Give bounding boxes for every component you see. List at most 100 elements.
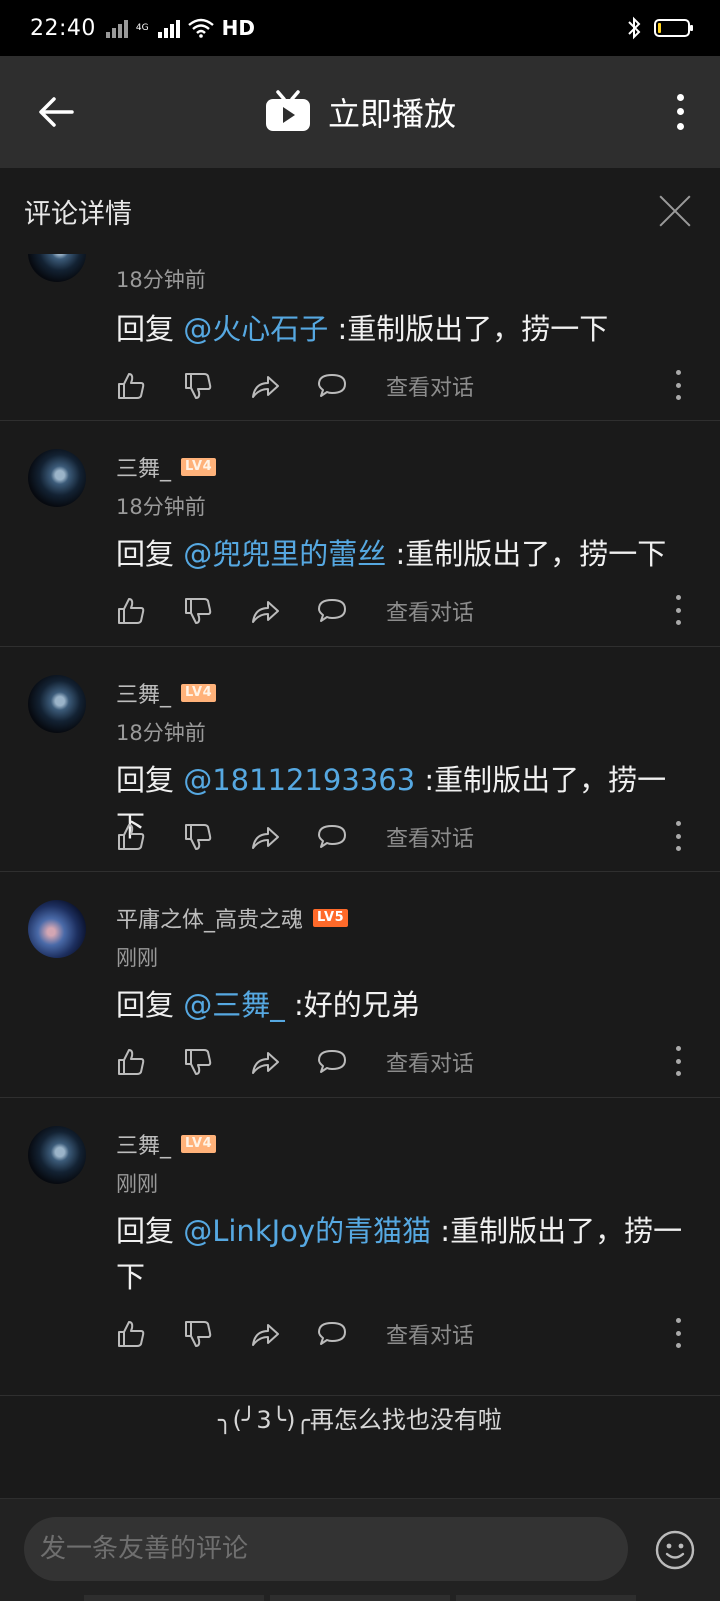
avatar[interactable]	[28, 675, 86, 733]
avatar[interactable]	[28, 900, 86, 958]
thumbs-down-icon[interactable]	[183, 1319, 213, 1349]
arrow-left-icon	[39, 97, 74, 127]
comment-bubble-icon[interactable]	[317, 822, 347, 852]
comment-bubble-icon[interactable]	[317, 371, 347, 401]
battery-level	[658, 23, 661, 33]
more-menu-button[interactable]	[670, 90, 690, 134]
comment-body: 回复 @兜兜里的蕾丝 :重制版出了，捞一下	[116, 531, 691, 577]
thumbs-down-icon[interactable]	[183, 822, 213, 852]
nav-indicator	[84, 1595, 636, 1601]
avatar[interactable]	[28, 254, 86, 282]
avatar[interactable]	[28, 449, 86, 507]
thumbs-up-icon[interactable]	[116, 596, 146, 626]
username[interactable]: 平庸之体_高贵之魂 LV5	[116, 902, 349, 934]
app-title: 立即播放	[327, 95, 456, 133]
hd-indicator: HD	[221, 16, 255, 40]
view-conversation-link[interactable]: 查看对话	[386, 1318, 474, 1350]
comment-input[interactable]	[24, 1517, 628, 1581]
comment-body: 回复 @LinkJoy的青猫猫 :重制版出了，捞一下	[116, 1208, 691, 1300]
app-title-group: 立即播放	[264, 89, 456, 135]
panel-title: 评论详情	[24, 198, 132, 230]
battery-icon	[654, 19, 693, 37]
status-bar: 22:40 4G HD	[0, 0, 720, 56]
signal-2-icon	[157, 18, 180, 38]
username[interactable]: 三舞_ LV4	[116, 1128, 217, 1160]
comment-actions: 查看对话	[116, 595, 474, 627]
more-vertical-icon[interactable]	[674, 595, 682, 625]
username-text: 三舞_	[116, 457, 172, 482]
comment-item: 18分钟前 回复 @火心石子 :重制版出了，捞一下 查看对话	[0, 254, 720, 421]
level-badge: LV5	[313, 909, 349, 927]
reply-prefix: 回复	[116, 988, 184, 1022]
username-text: 三舞_	[116, 683, 172, 708]
comment-item: 平庸之体_高贵之魂 LV5 刚刚 回复 @三舞_ :好的兄弟 查看对话	[0, 872, 720, 1098]
comment-actions: 查看对话	[116, 370, 474, 402]
comment-body: 回复 @三舞_ :好的兄弟	[116, 982, 691, 1028]
thumbs-down-icon[interactable]	[183, 1047, 213, 1077]
mention-link[interactable]: @LinkJoy的青猫猫	[183, 1214, 431, 1248]
share-icon[interactable]	[250, 371, 280, 401]
emoji-smile-icon[interactable]	[654, 1529, 696, 1571]
comment-bubble-icon[interactable]	[317, 596, 347, 626]
comment-time: 18分钟前	[116, 268, 206, 292]
wifi-icon	[187, 18, 214, 38]
comment-input-bar	[0, 1498, 720, 1601]
mention-link[interactable]: @18112193363	[183, 763, 415, 797]
comment-actions: 查看对话	[116, 821, 474, 853]
view-conversation-link[interactable]: 查看对话	[386, 595, 474, 627]
more-vertical-icon[interactable]	[674, 370, 682, 400]
comment-text: :好的兄弟	[284, 988, 420, 1022]
comment-list[interactable]: 18分钟前 回复 @火心石子 :重制版出了，捞一下 查看对话 三舞_ LV4 1…	[0, 254, 720, 1498]
view-conversation-link[interactable]: 查看对话	[386, 1046, 474, 1078]
thumbs-up-icon[interactable]	[116, 1047, 146, 1077]
mention-link[interactable]: @三舞_	[183, 988, 285, 1022]
mention-link[interactable]: @火心石子	[183, 312, 328, 346]
app-bar: 立即播放	[0, 56, 720, 168]
comment-actions: 查看对话	[116, 1318, 474, 1350]
thumbs-down-icon[interactable]	[183, 596, 213, 626]
bluetooth-icon	[628, 16, 641, 40]
comment-time: 18分钟前	[116, 495, 206, 519]
signal-1-icon	[105, 18, 128, 38]
comment-item: 三舞_ LV4 刚刚 回复 @LinkJoy的青猫猫 :重制版出了，捞一下 查看…	[0, 1098, 720, 1396]
username-text: 平庸之体_高贵之魂	[116, 908, 304, 933]
close-icon[interactable]	[658, 194, 692, 228]
view-conversation-link[interactable]: 查看对话	[386, 370, 474, 402]
comment-time: 18分钟前	[116, 721, 206, 745]
comment-text: :重制版出了，捞一下	[328, 312, 609, 346]
thumbs-up-icon[interactable]	[116, 1319, 146, 1349]
network-type: 4G	[135, 22, 149, 33]
mention-link[interactable]: @兜兜里的蕾丝	[183, 537, 386, 571]
comment-bubble-icon[interactable]	[317, 1047, 347, 1077]
reply-prefix: 回复	[116, 537, 184, 571]
comment-body: 回复 @火心石子 :重制版出了，捞一下	[116, 306, 691, 352]
avatar[interactable]	[28, 1126, 86, 1184]
view-conversation-link[interactable]: 查看对话	[386, 821, 474, 853]
status-time: 22:40	[30, 15, 96, 41]
more-vertical-icon[interactable]	[674, 1318, 682, 1348]
username[interactable]: 三舞_ LV4	[116, 677, 217, 709]
comment-item: 三舞_ LV4 18分钟前 回复 @18112193363 :重制版出了，捞一下…	[0, 647, 720, 872]
end-of-list-note: ╮(╯3╰)╭再怎么找也没有啦	[218, 1406, 502, 1434]
thumbs-up-icon[interactable]	[116, 371, 146, 401]
username-text: 三舞_	[116, 1134, 172, 1159]
more-vertical-icon[interactable]	[674, 1046, 682, 1076]
comment-time: 刚刚	[116, 1172, 158, 1196]
tv-icon	[265, 90, 310, 131]
thumbs-up-icon[interactable]	[116, 822, 146, 852]
reply-prefix: 回复	[116, 312, 184, 346]
share-icon[interactable]	[250, 1319, 280, 1349]
comment-item: 三舞_ LV4 18分钟前 回复 @兜兜里的蕾丝 :重制版出了，捞一下 查看对话	[0, 421, 720, 647]
thumbs-down-icon[interactable]	[183, 371, 213, 401]
level-badge: LV4	[181, 458, 217, 476]
comment-detail-header: 评论详情	[0, 168, 720, 254]
more-vertical-icon[interactable]	[674, 821, 682, 851]
share-icon[interactable]	[250, 596, 280, 626]
share-icon[interactable]	[250, 822, 280, 852]
comment-bubble-icon[interactable]	[317, 1319, 347, 1349]
username[interactable]: 三舞_ LV4	[116, 451, 217, 483]
back-button[interactable]	[34, 90, 78, 134]
share-icon[interactable]	[250, 1047, 280, 1077]
level-badge: LV4	[181, 684, 217, 702]
comment-text: :重制版出了，捞一下	[386, 537, 667, 571]
